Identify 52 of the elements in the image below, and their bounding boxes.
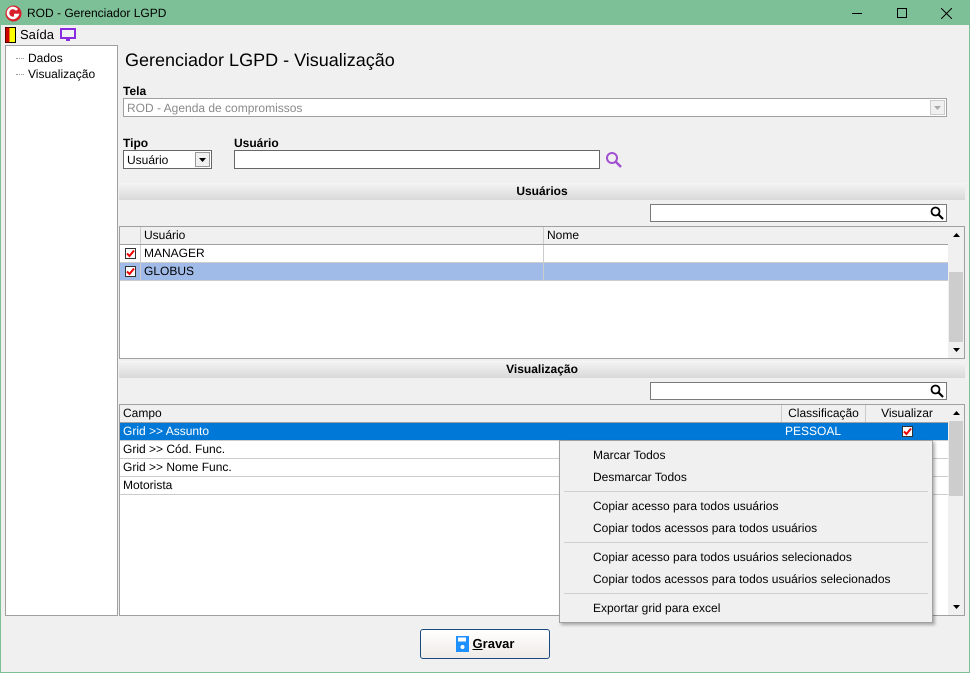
search-field[interactable] [650,204,947,222]
dropdown-arrow-icon[interactable] [199,158,206,162]
table-row[interactable]: Grid >> Assunto PESSOAL [120,423,948,441]
checkbox[interactable] [124,248,136,259]
scroll-up-icon[interactable] [952,233,960,237]
section-header: Visualização [119,361,965,378]
exit-menu-item[interactable]: Saída [5,25,54,45]
monitor-icon[interactable] [60,28,76,42]
menu-item[interactable]: Copiar acesso para todos usuários [564,495,928,517]
table-cell: Grid >> Assunto [123,424,210,438]
menu-item[interactable]: Copiar acesso para todos usuários selecionados [564,546,928,568]
table-cell: Grid >> Cód. Func. [123,442,226,456]
tree-item[interactable]: Dados [28,49,63,67]
column-header[interactable]: Classificação [782,405,866,422]
table-row[interactable]: MANAGER [120,245,948,263]
checkbox[interactable] [124,266,136,277]
app-logo-icon [5,4,22,22]
search-icon [930,384,944,398]
column-header[interactable]: Visualizar [866,405,948,422]
field-label: Tipo [123,135,150,150]
search-field[interactable] [650,382,947,400]
table-cell: Grid >> Nome Func. [123,460,232,474]
field-label: Usuário [234,135,280,150]
dropdown-value: ROD - Agenda de compromissos [127,100,302,114]
window-title: ROD - Gerenciador LGPD [27,5,166,22]
scrollbar[interactable] [948,405,964,615]
type-dropdown[interactable]: Usuário [123,150,212,169]
column-header[interactable]: Campo [120,405,782,422]
page-heading: Gerenciador LGPD - Visualização [125,49,396,72]
tree-item[interactable]: Visualização [28,65,96,83]
table-cell: MANAGER [141,245,544,262]
menu-item[interactable]: Copiar todos acessos para todos usuários [564,517,928,539]
menu-item[interactable]: Copiar todos acessos para todos usuários selecionados [564,568,928,590]
scroll-up-icon[interactable] [952,411,960,415]
user-input-field[interactable] [234,150,600,169]
scrollbar[interactable] [948,227,964,358]
table-cell: Motorista [123,478,172,492]
checkbox[interactable] [902,426,912,437]
field-label: Tela [123,83,148,98]
search-icon[interactable] [605,150,623,168]
save-button[interactable]: Gravar [420,629,550,659]
search-icon [930,206,944,220]
column-header[interactable]: Usuário [141,227,544,244]
menu-item[interactable]: Exportar grid para excel [564,597,928,619]
dropdown-arrow-icon[interactable] [952,605,960,609]
table-row[interactable]: GLOBUS [120,263,948,281]
table-cell: PESSOAL [785,424,842,438]
door-icon [5,27,16,43]
dropdown-arrow-icon[interactable] [952,348,960,352]
section-header: Usuários [119,183,965,200]
column-header[interactable]: Nome [544,227,948,244]
table-cell: GLOBUS [141,263,544,280]
